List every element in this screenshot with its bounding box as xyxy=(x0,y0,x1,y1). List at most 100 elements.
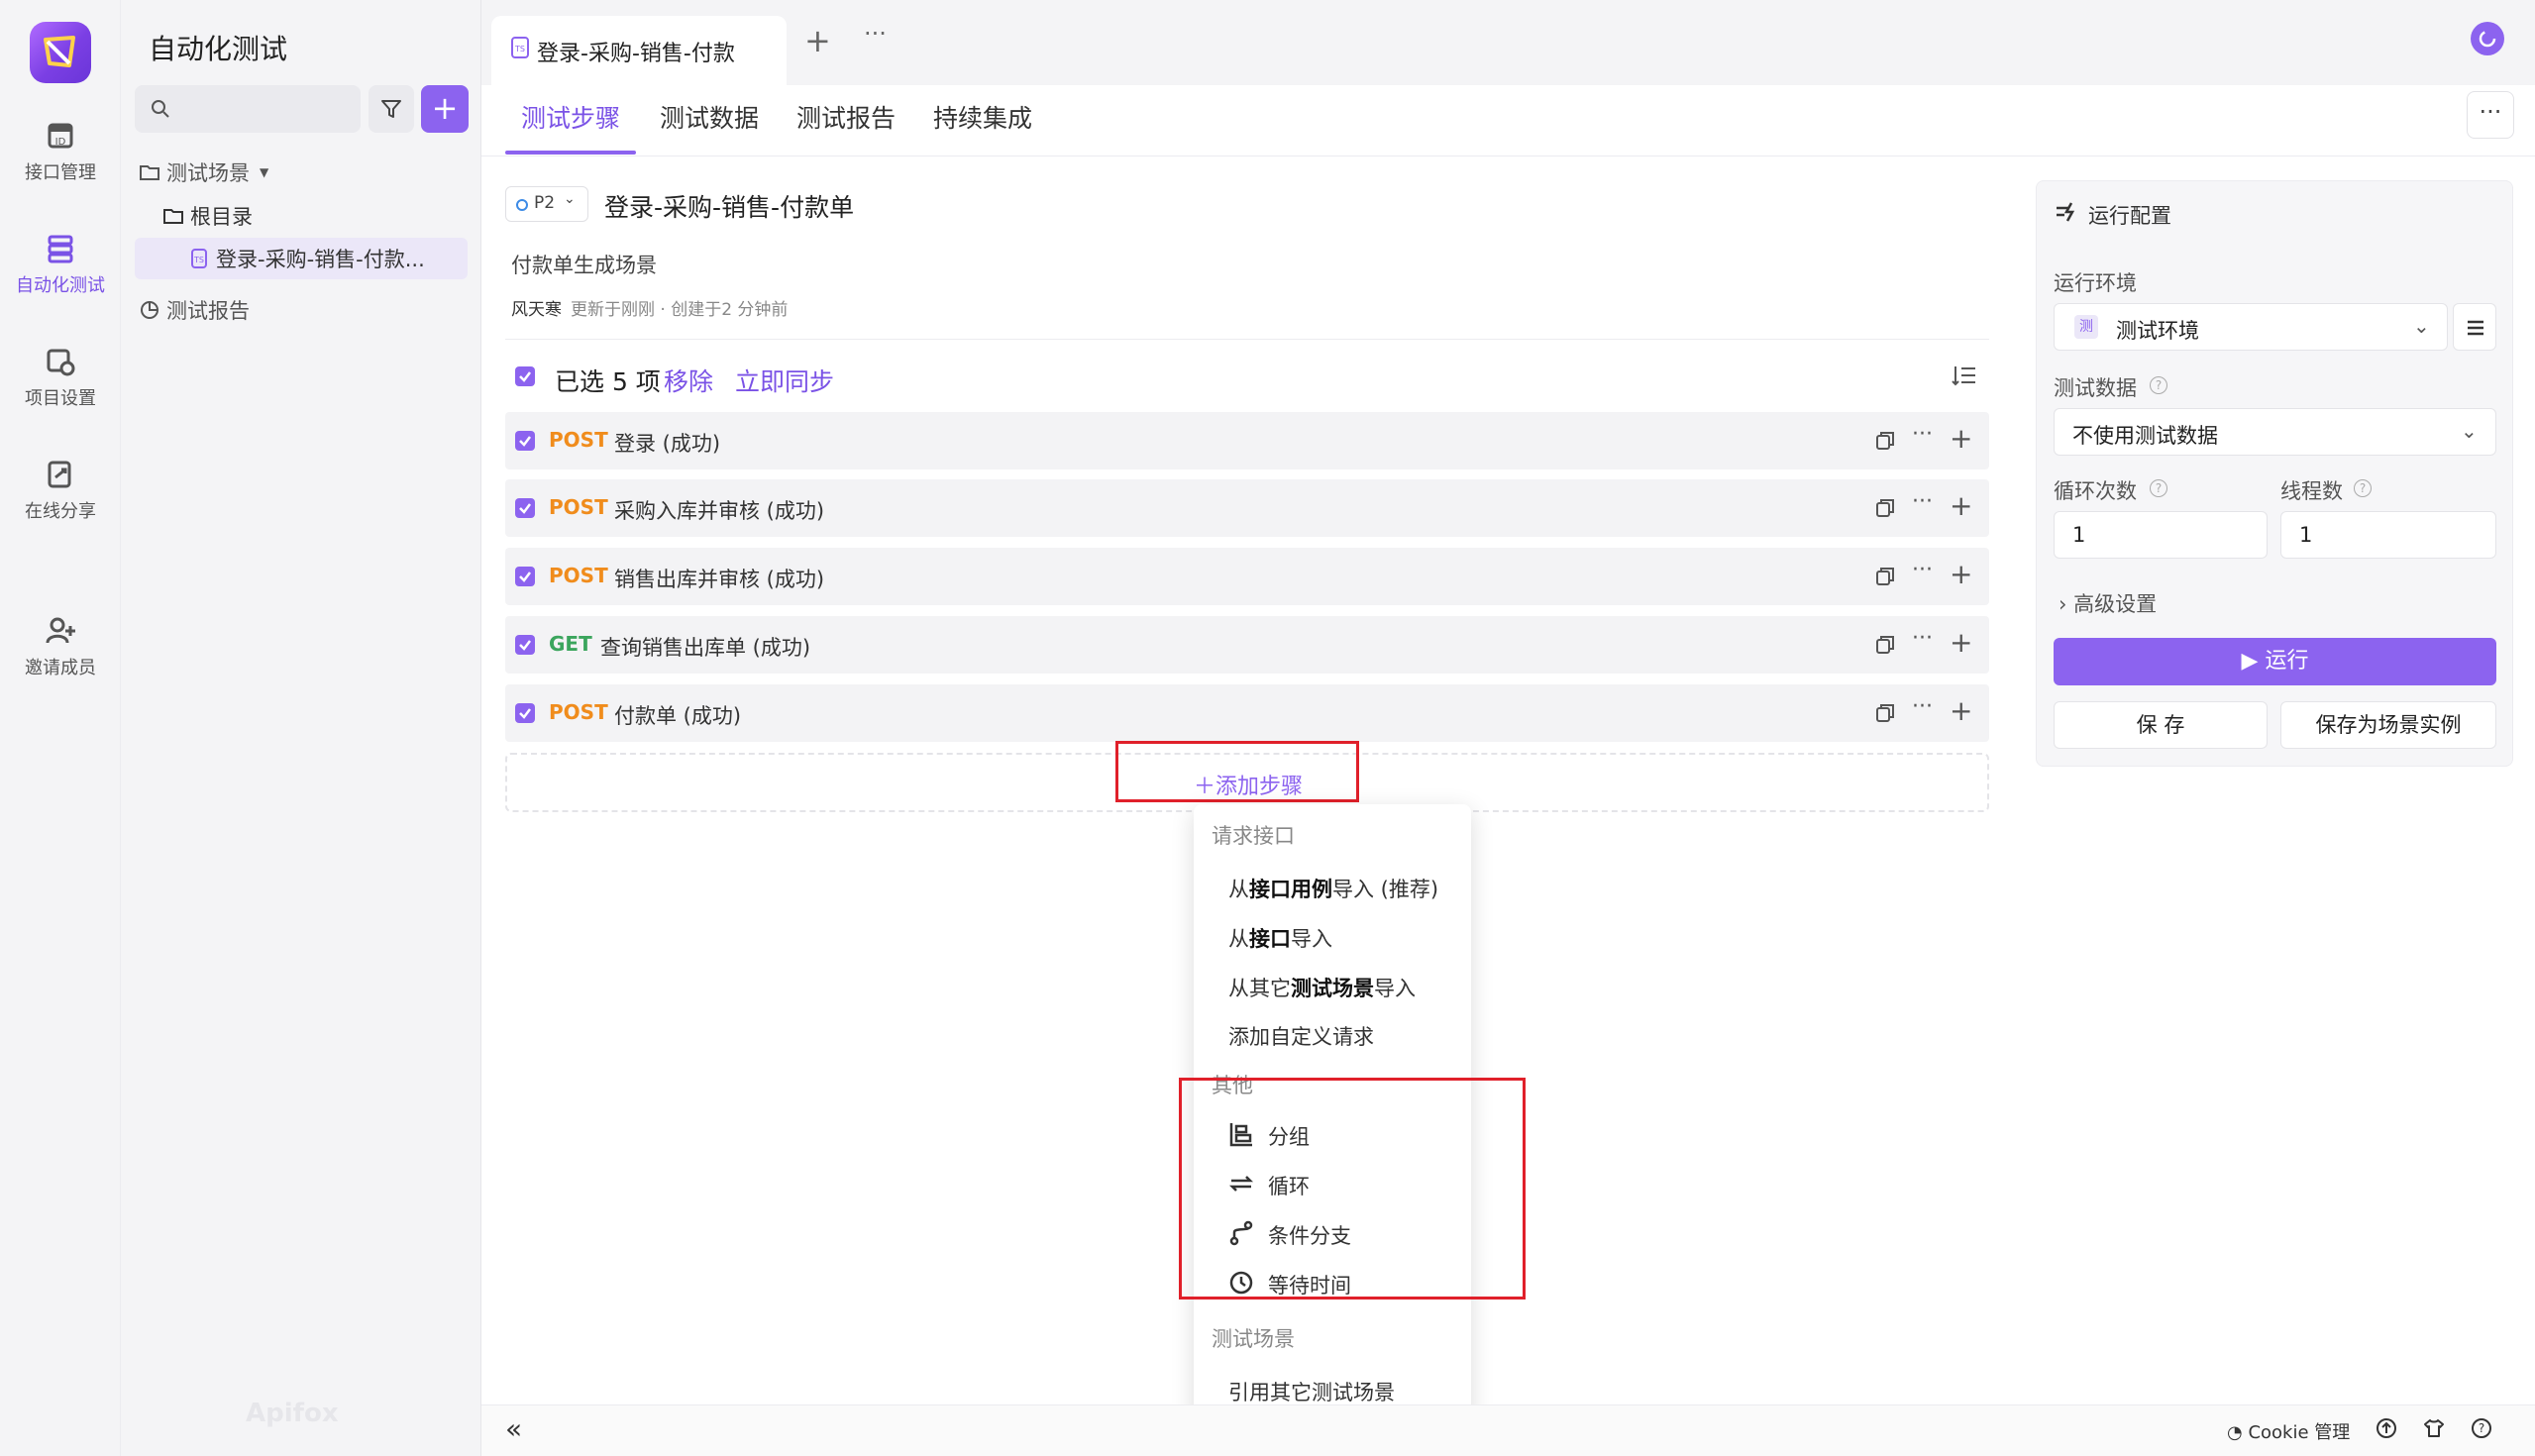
more-icon[interactable]: ··· xyxy=(1912,694,1933,719)
advanced-settings-toggle[interactable]: › 高级设置 xyxy=(2059,588,2157,618)
rail-item-online-share[interactable]: 在线分享 xyxy=(0,458,121,523)
menu-text: 从 xyxy=(1228,878,1249,901)
add-substep-icon[interactable]: + xyxy=(1950,489,1972,522)
scenario-title[interactable]: 登录-采购-销售-付款单 xyxy=(604,188,854,224)
step-row[interactable]: GET 查询销售出库单 (成功) ··· + xyxy=(505,616,1989,674)
step-checkbox[interactable] xyxy=(515,703,535,723)
add-substep-icon[interactable]: + xyxy=(1950,626,1972,659)
step-row[interactable]: POST 销售出库并审核 (成功) ··· + xyxy=(505,548,1989,605)
sort-list-icon[interactable] xyxy=(1952,363,1977,388)
step-checkbox[interactable] xyxy=(515,635,535,655)
active-tab-indicator xyxy=(505,151,636,155)
menu-text: 导入 xyxy=(1374,977,1416,1000)
thread-count-input[interactable]: 1 xyxy=(2280,511,2496,559)
tree-item-reports[interactable]: 测试报告 xyxy=(139,290,250,330)
tree-item-label: 根目录 xyxy=(190,205,253,229)
loop-count-input[interactable]: 1 xyxy=(2054,511,2268,559)
copy-icon[interactable] xyxy=(1874,634,1896,656)
filter-icon xyxy=(380,98,402,120)
env-manage-button[interactable] xyxy=(2453,303,2496,351)
sync-status-icon[interactable] xyxy=(2471,22,2504,55)
highlight-box-add-step xyxy=(1115,741,1359,802)
chevron-down-icon: ⌄ xyxy=(2461,419,2478,443)
env-select[interactable]: 测 测试环境 ⌄ xyxy=(2054,303,2448,351)
menu-item-import-case[interactable]: 从接口用例导入 (推荐) xyxy=(1228,874,1438,903)
copy-icon[interactable] xyxy=(1874,702,1896,724)
rail-item-project-settings[interactable]: 项目设置 xyxy=(0,345,121,410)
step-method: POST xyxy=(549,428,608,452)
advanced-settings-label: 高级设置 xyxy=(2073,592,2158,616)
test-data-select[interactable]: 不使用测试数据 ⌄ xyxy=(2054,408,2496,456)
upload-icon[interactable] xyxy=(2376,1417,2397,1439)
copy-icon[interactable] xyxy=(1874,497,1896,519)
step-name: 查询销售出库单 (成功) xyxy=(600,636,811,660)
step-checkbox[interactable] xyxy=(515,431,535,451)
cookie-manager-button[interactable]: ◔ Cookie 管理 xyxy=(2227,1418,2350,1444)
icon-rail xyxy=(0,0,121,1456)
rail-item-api-management[interactable]: ID 接口管理 xyxy=(0,119,121,184)
folder-icon xyxy=(162,205,184,227)
save-button[interactable]: 保 存 xyxy=(2054,701,2268,749)
menu-lines-icon xyxy=(2466,318,2485,338)
more-icon[interactable]: ··· xyxy=(1912,626,1933,651)
env-badge: 测 xyxy=(2074,315,2098,339)
add-substep-icon[interactable]: + xyxy=(1950,422,1972,455)
step-row[interactable]: POST 付款单 (成功) ··· + xyxy=(505,684,1989,742)
copy-icon[interactable] xyxy=(1874,566,1896,587)
tree-item-root[interactable]: 根目录 xyxy=(162,196,253,236)
scenario-description[interactable]: 付款单生成场景 xyxy=(511,250,657,279)
save-as-instance-button[interactable]: 保存为场景实例 xyxy=(2280,701,2496,749)
step-name: 销售出库并审核 (成功) xyxy=(614,568,825,591)
tab-test-steps[interactable]: 测试步骤 xyxy=(521,99,620,135)
rail-item-automation[interactable]: 自动化测试 xyxy=(0,232,121,297)
step-method: POST xyxy=(549,495,608,519)
step-checkbox[interactable] xyxy=(515,567,535,586)
loop-count-value: 1 xyxy=(2072,523,2086,547)
tree-search-input[interactable] xyxy=(135,85,361,133)
menu-item-reference-scenario[interactable]: 引用其它测试场景 xyxy=(1228,1377,1395,1406)
add-item-button[interactable]: + xyxy=(421,85,469,133)
tab-test-data[interactable]: 测试数据 xyxy=(660,99,759,135)
run-config-icon xyxy=(2054,200,2077,224)
priority-dot-icon xyxy=(516,199,528,211)
add-substep-icon[interactable]: + xyxy=(1950,558,1972,590)
tab-test-report[interactable]: 测试报告 xyxy=(796,99,896,135)
filter-button[interactable] xyxy=(369,85,414,133)
tshirt-icon[interactable] xyxy=(2423,1417,2445,1439)
more-icon[interactable]: ··· xyxy=(1912,558,1933,582)
menu-item-import-scenario[interactable]: 从其它测试场景导入 xyxy=(1228,973,1416,1002)
rail-label: 在线分享 xyxy=(25,501,96,522)
step-row[interactable]: POST 采购入库并审核 (成功) ··· + xyxy=(505,479,1989,537)
remove-selected-link[interactable]: 移除 xyxy=(664,363,713,398)
step-checkbox[interactable] xyxy=(515,498,535,518)
tree-title: 自动化测试 xyxy=(149,33,288,65)
menu-text-bold: 接口 xyxy=(1249,927,1291,951)
app-logo[interactable] xyxy=(30,22,91,83)
menu-item-import-api[interactable]: 从接口导入 xyxy=(1228,923,1332,953)
more-icon[interactable]: ··· xyxy=(1912,489,1933,514)
page-more-button[interactable]: ··· xyxy=(2467,91,2514,139)
open-tab[interactable]: TS 登录-采购-销售-付款 xyxy=(491,16,787,85)
add-substep-icon[interactable]: + xyxy=(1950,694,1972,727)
copy-icon[interactable] xyxy=(1874,430,1896,452)
rail-label: 自动化测试 xyxy=(16,275,105,296)
menu-text-bold: 接口用例 xyxy=(1249,878,1332,901)
menu-item-custom-request[interactable]: 添加自定义请求 xyxy=(1228,1021,1374,1051)
automation-icon xyxy=(44,232,77,265)
step-row[interactable]: POST 登录 (成功) ··· + xyxy=(505,412,1989,469)
tree-item-scenarios[interactable]: 测试场景 ▼ xyxy=(139,153,268,192)
tree-item-scenario-login-purchase[interactable]: TS 登录-采购-销售-付款... xyxy=(188,239,425,278)
rail-item-invite-members[interactable]: 邀请成员 xyxy=(0,614,121,679)
select-all-checkbox[interactable] xyxy=(515,366,535,386)
collapse-sidebar-button[interactable]: « xyxy=(505,1412,522,1445)
help-circle-icon[interactable]: ? xyxy=(2471,1417,2492,1439)
priority-select[interactable]: P2 ⌄ xyxy=(505,186,588,222)
more-icon[interactable]: ··· xyxy=(1912,422,1933,447)
new-tab-button[interactable]: + xyxy=(804,22,831,59)
settings-icon xyxy=(44,345,77,378)
tab-ci[interactable]: 持续集成 xyxy=(933,99,1032,135)
run-button[interactable]: ▶ 运行 xyxy=(2054,638,2496,685)
share-icon xyxy=(44,458,77,491)
sync-now-link[interactable]: 立即同步 xyxy=(735,363,834,398)
tab-more-button[interactable]: ··· xyxy=(864,20,887,48)
